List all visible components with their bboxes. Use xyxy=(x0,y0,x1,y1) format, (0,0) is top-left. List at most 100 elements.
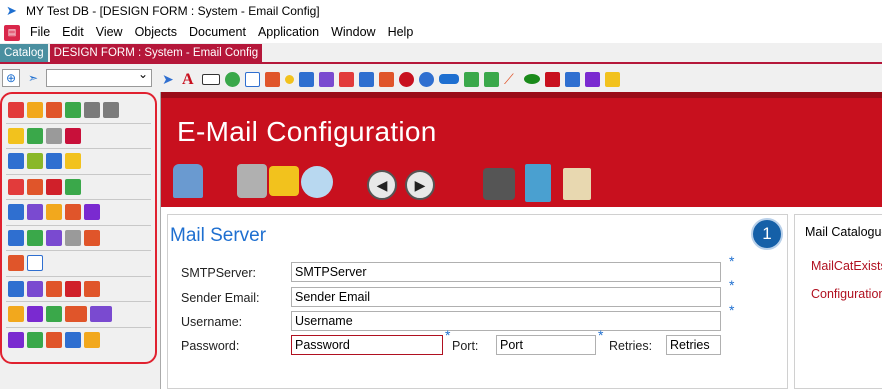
window-icon[interactable] xyxy=(27,255,43,272)
gear-icon[interactable] xyxy=(8,204,24,221)
button-tool-icon[interactable] xyxy=(359,71,374,87)
menu-edit[interactable]: Edit xyxy=(56,22,90,43)
more-orange-icon[interactable] xyxy=(65,306,87,323)
tab-catalog[interactable]: Catalog xyxy=(0,44,48,62)
redo-icon[interactable] xyxy=(103,102,119,119)
menu-document[interactable]: Document xyxy=(183,22,252,43)
divider-icon[interactable] xyxy=(27,229,43,246)
web-tool-icon[interactable] xyxy=(225,71,240,87)
users-icon[interactable] xyxy=(27,280,43,297)
grid-tool-icon[interactable] xyxy=(299,71,314,87)
help-search-icon[interactable] xyxy=(301,166,333,198)
mailcatexists-link[interactable]: MailCatExists xyxy=(811,259,882,273)
link-icon[interactable] xyxy=(8,280,24,297)
list-tool-icon[interactable] xyxy=(265,71,280,87)
locked-printer-icon[interactable] xyxy=(237,164,267,198)
tree-icon[interactable] xyxy=(84,229,100,246)
move-icon[interactable] xyxy=(46,229,62,246)
picture-tool-icon[interactable] xyxy=(379,71,394,87)
text-tool-icon[interactable]: A xyxy=(182,71,197,87)
print-icon[interactable] xyxy=(27,204,43,221)
pointer-bird-icon[interactable]: ➣ xyxy=(24,69,42,87)
list-icon[interactable] xyxy=(84,204,100,221)
scissors-icon[interactable] xyxy=(27,102,43,119)
previous-record-icon[interactable]: ◀ xyxy=(367,170,397,200)
form-icon[interactable] xyxy=(65,178,81,195)
table-icon[interactable] xyxy=(8,255,24,272)
port-field[interactable]: Port xyxy=(496,335,596,355)
textbox-tool-icon[interactable] xyxy=(202,73,220,85)
tab-design-form[interactable]: DESIGN FORM : System - Email Config xyxy=(49,44,263,62)
cleanup-icon[interactable] xyxy=(269,166,299,196)
palette-selector-dropdown[interactable] xyxy=(46,67,152,87)
chart-tool-icon[interactable] xyxy=(565,71,580,87)
rectangle-tool-icon[interactable] xyxy=(545,71,560,87)
paint-palette-icon[interactable] xyxy=(8,178,24,195)
bars-blue-icon[interactable] xyxy=(65,332,81,349)
combo-tool-icon[interactable] xyxy=(319,71,334,87)
more-purple-icon[interactable] xyxy=(90,306,112,323)
print-icon[interactable] xyxy=(483,168,515,200)
folder-tool-icon[interactable] xyxy=(605,71,620,87)
refresh-icon[interactable] xyxy=(46,306,62,323)
menu-lines-icon[interactable] xyxy=(8,332,24,349)
arrow-icon[interactable] xyxy=(8,306,24,323)
menu-view[interactable]: View xyxy=(90,22,129,43)
radio-tool-icon[interactable] xyxy=(285,74,294,84)
image-tool-icon[interactable] xyxy=(339,71,354,87)
menu-help[interactable]: Help xyxy=(382,22,420,43)
rows-icon[interactable] xyxy=(46,332,62,349)
menu-application[interactable]: Application xyxy=(252,22,325,43)
bar-chart-icon[interactable] xyxy=(65,153,81,170)
pill-button-tool-icon[interactable] xyxy=(439,74,459,84)
columns-icon[interactable] xyxy=(46,153,62,170)
zoom-in-icon[interactable] xyxy=(8,127,24,144)
ellipse-tool-icon[interactable] xyxy=(524,74,540,84)
pointer-icon[interactable]: ➤ xyxy=(162,71,177,87)
film-icon[interactable] xyxy=(65,127,81,144)
org-chart-tool-icon[interactable] xyxy=(484,71,499,87)
rectangle-icon[interactable] xyxy=(65,229,81,246)
columns-green-icon[interactable] xyxy=(27,332,43,349)
export-icon[interactable] xyxy=(65,280,81,297)
plus-grid-icon[interactable] xyxy=(84,332,100,349)
www-tool-icon[interactable] xyxy=(399,71,414,87)
palette-tool-icon[interactable] xyxy=(8,102,24,119)
tree-tool-icon[interactable] xyxy=(464,71,479,87)
line-icon[interactable] xyxy=(8,229,24,246)
copy-icon[interactable] xyxy=(46,102,62,119)
settings-icon[interactable] xyxy=(46,178,62,195)
menu-file[interactable]: File xyxy=(24,22,56,43)
menu-window[interactable]: Window xyxy=(325,22,381,43)
align-center-icon[interactable] xyxy=(27,153,43,170)
design-canvas[interactable]: E-Mail Configuration ◀ ▶ Mail Server SMT… xyxy=(160,92,882,389)
configuration-link[interactable]: Configuration xyxy=(811,287,882,301)
font-icon[interactable] xyxy=(27,178,43,195)
calculator-report-icon[interactable] xyxy=(563,168,591,200)
grid-icon[interactable] xyxy=(46,127,62,144)
align-left-icon[interactable] xyxy=(8,153,24,170)
target-icon[interactable]: ⊕ xyxy=(2,69,20,87)
form-layout-icon[interactable] xyxy=(525,164,551,202)
symbol-tool-icon[interactable] xyxy=(585,71,600,87)
import-icon[interactable] xyxy=(46,280,62,297)
timer-icon[interactable] xyxy=(46,204,62,221)
smtp-server-field[interactable]: SMTPServer xyxy=(291,262,721,282)
document-menu-icon[interactable]: ▤ xyxy=(4,24,20,41)
globe-tool-icon[interactable] xyxy=(419,71,434,87)
retries-field[interactable]: Retries xyxy=(666,335,721,355)
search-icon[interactable] xyxy=(27,306,43,323)
database-icon[interactable] xyxy=(84,280,100,297)
paste-icon[interactable] xyxy=(65,102,81,119)
undo-icon[interactable] xyxy=(84,102,100,119)
next-record-icon[interactable]: ▶ xyxy=(405,170,435,200)
username-field[interactable]: Username xyxy=(291,311,721,331)
user-computer-icon[interactable] xyxy=(173,164,203,198)
menu-objects[interactable]: Objects xyxy=(129,22,183,43)
key-icon[interactable] xyxy=(65,204,81,221)
checkbox-tool-icon[interactable] xyxy=(245,71,260,87)
password-field[interactable]: Password xyxy=(291,335,443,355)
line-tool-icon[interactable]: ⟋ xyxy=(504,71,519,87)
zoom-out-icon[interactable] xyxy=(27,127,43,144)
sender-email-field[interactable]: Sender Email xyxy=(291,287,721,307)
